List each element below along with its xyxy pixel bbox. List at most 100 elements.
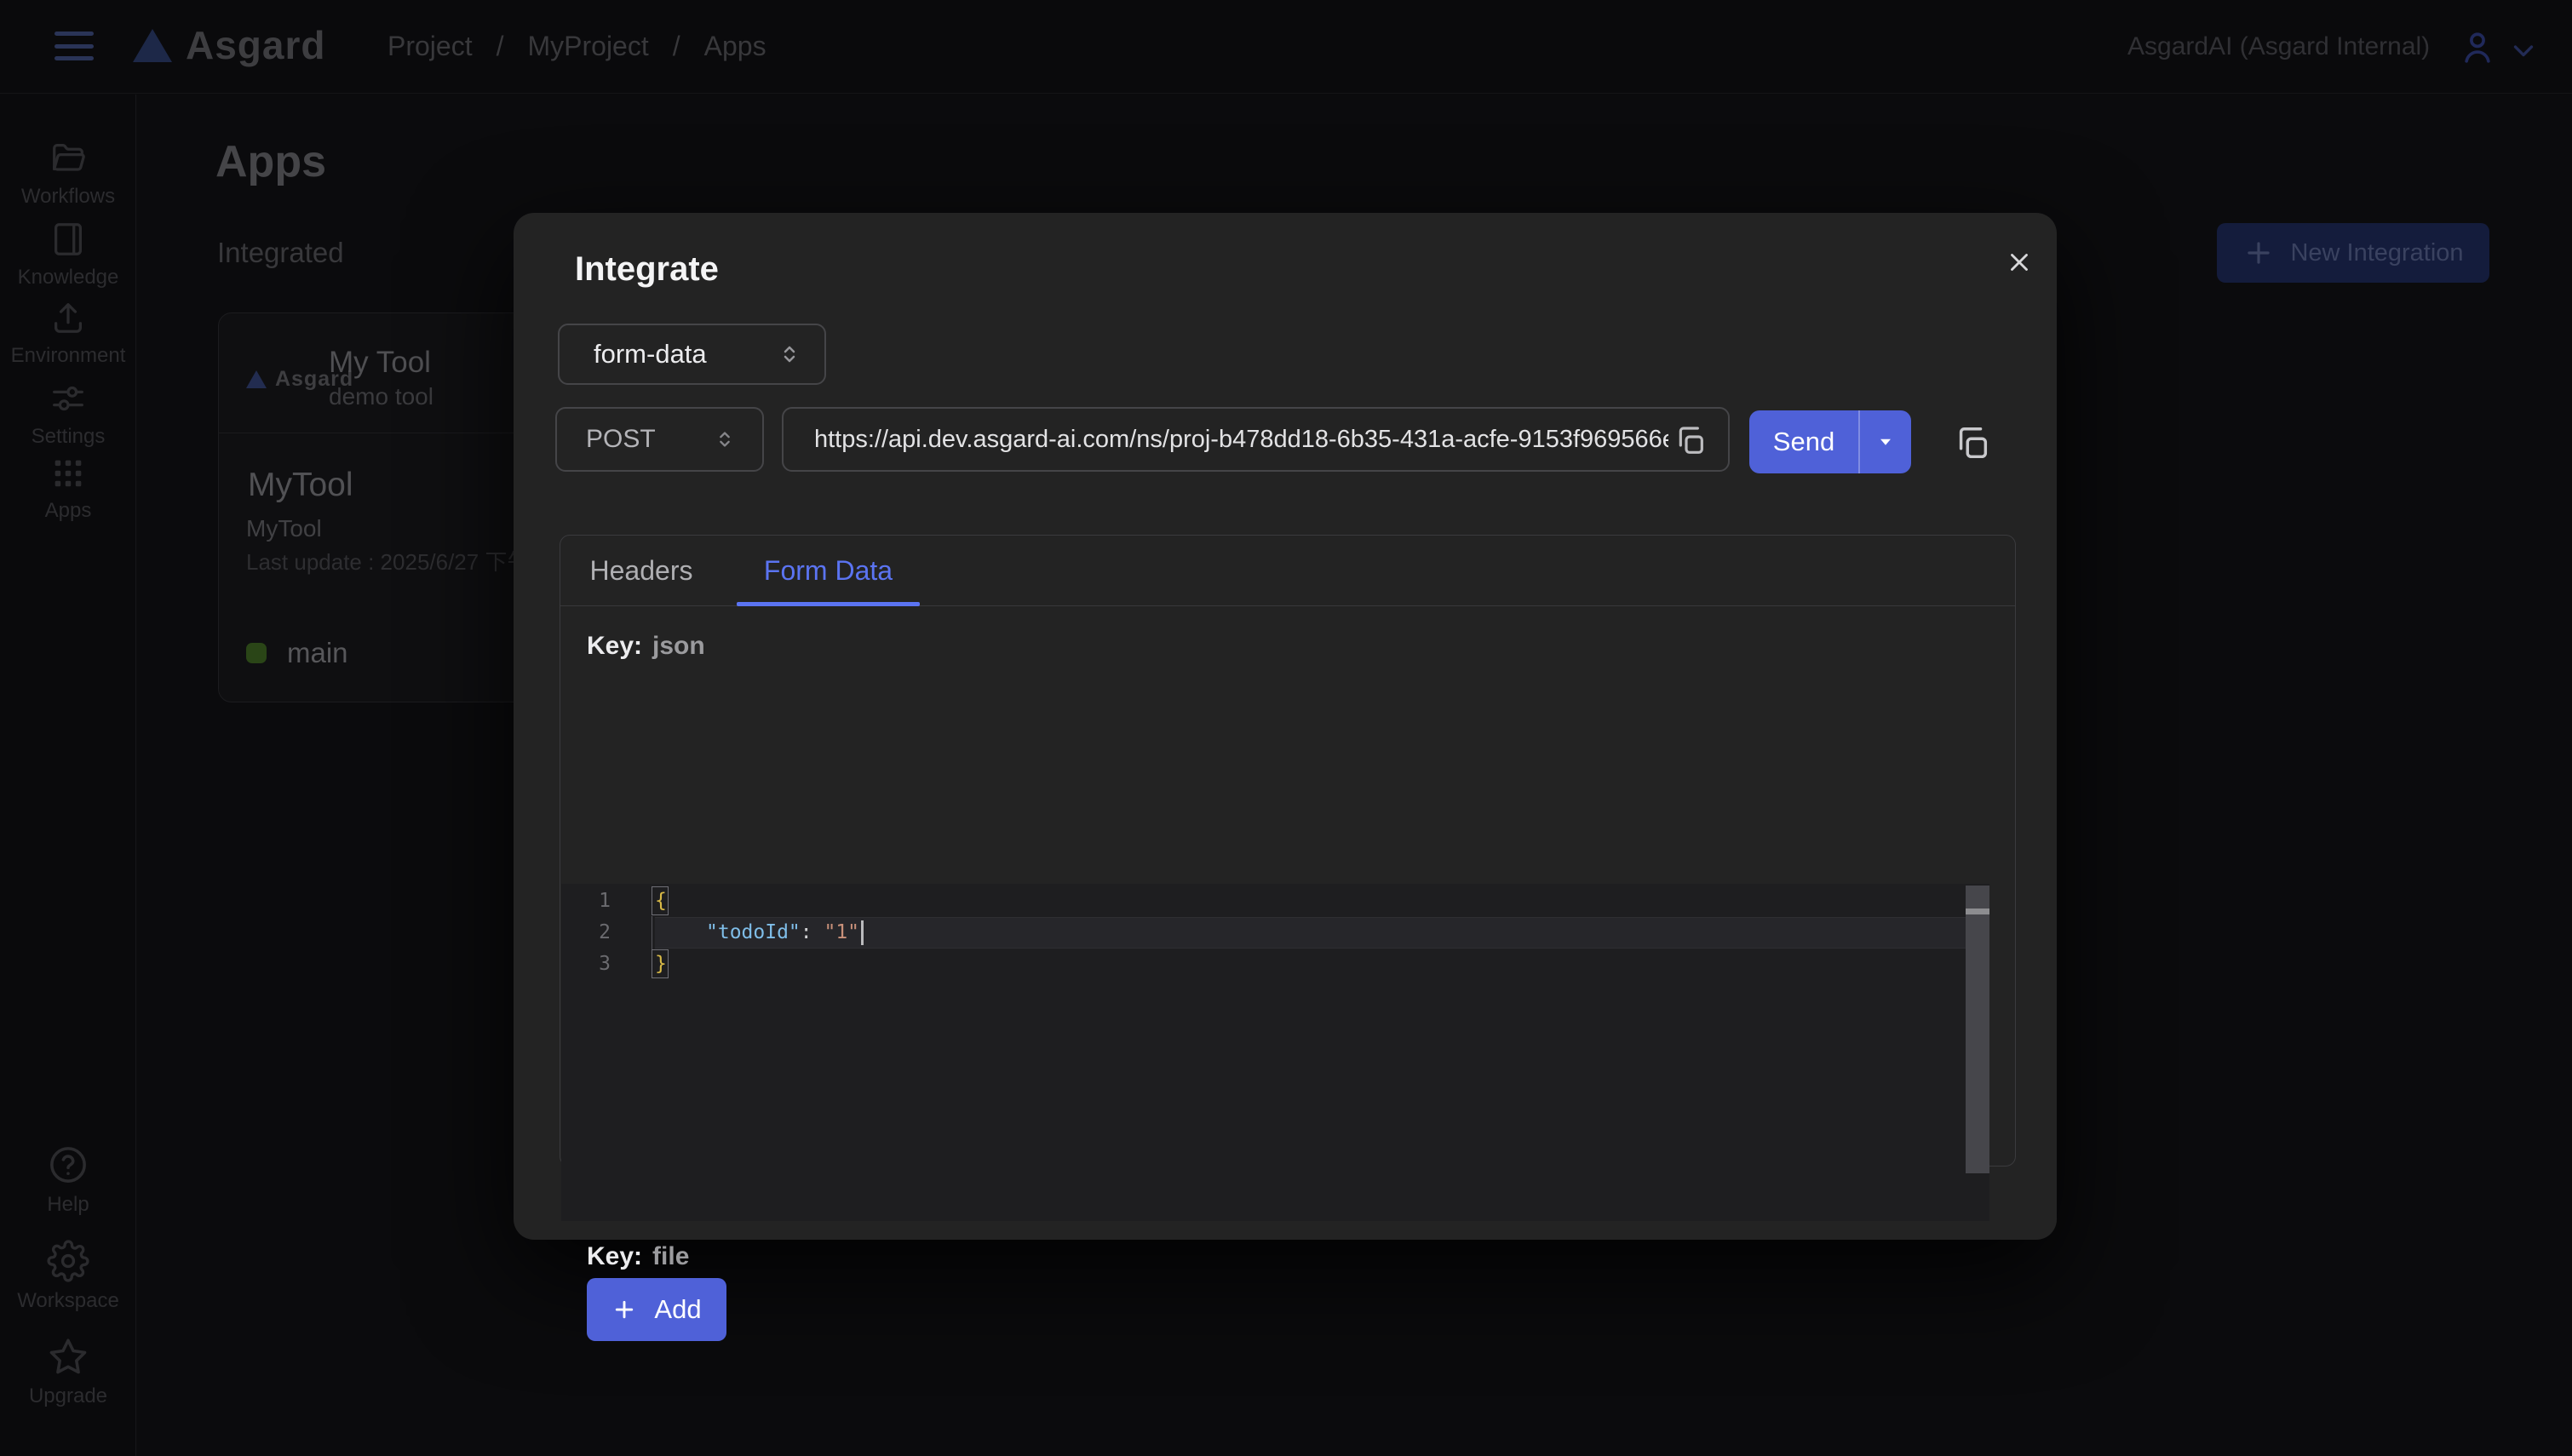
integrate-modal: Integrate form-data POST Send Hea	[514, 213, 2057, 1240]
branch-status-dot	[246, 643, 267, 663]
breadcrumb-separator: /	[673, 31, 680, 62]
json-code-editor[interactable]: 1 { 2 "todoId": "1" 3 }	[561, 884, 1989, 1221]
page-title: Apps	[215, 136, 326, 187]
new-integration-label: New Integration	[2290, 239, 2463, 267]
breadcrumb: Project / MyProject / Apps	[388, 31, 766, 62]
copy-request-button[interactable]	[1953, 424, 1995, 463]
new-integration-button[interactable]: New Integration	[2217, 223, 2489, 283]
tool-name: My Tool	[329, 346, 431, 380]
tab-form-data-label: Form Data	[764, 555, 893, 587]
grid-icon	[49, 453, 88, 492]
request-body-panel: Headers Form Data Key: json 1 {	[560, 535, 2016, 1167]
last-update: Last update : 2025/6/27 下午4	[246, 545, 539, 576]
caret-down-icon	[1874, 431, 1897, 453]
active-tab-underline	[737, 602, 920, 606]
key-label: Key:	[587, 1242, 642, 1270]
send-button[interactable]: Send	[1749, 410, 1911, 473]
method-select[interactable]: POST	[555, 407, 764, 472]
open-brace-token: {	[655, 890, 667, 912]
breadcrumb-project[interactable]: Project	[388, 31, 473, 62]
add-file-button[interactable]: Add	[587, 1278, 726, 1341]
copy-url-icon[interactable]	[1674, 424, 1711, 458]
sidebar-item-settings[interactable]: Settings	[0, 379, 136, 449]
sidebar-item-environment[interactable]: Environment	[0, 298, 136, 368]
line-number: 3	[561, 949, 655, 980]
send-label: Send	[1749, 410, 1858, 473]
app-name: MyTool	[248, 467, 353, 504]
top-bar: Asgard Project / MyProject / Apps Asgard…	[0, 0, 2572, 94]
json-value-token: "1"	[824, 921, 859, 943]
sidebar-item-knowledge[interactable]: Knowledge	[0, 220, 136, 289]
plus-icon	[2242, 237, 2275, 269]
star-icon	[47, 1335, 89, 1378]
url-input[interactable]	[782, 407, 1730, 472]
sidebar-item-label: Knowledge	[18, 266, 119, 289]
add-button-label: Add	[654, 1294, 701, 1325]
tab-headers[interactable]: Headers	[569, 536, 714, 605]
close-icon	[2005, 248, 2034, 277]
key-label: Key:	[587, 632, 642, 660]
tab-form-data[interactable]: Form Data	[737, 536, 920, 605]
copy-icon	[1953, 424, 1992, 463]
select-caret-icon	[713, 427, 737, 451]
tool-description: demo tool	[329, 383, 433, 410]
help-icon	[47, 1144, 89, 1186]
modal-title: Integrate	[575, 250, 719, 289]
colon-token: :	[801, 921, 824, 943]
sidebar-item-label: Help	[47, 1193, 89, 1217]
upload-icon	[49, 298, 88, 337]
sidebar: Workflows Knowledge Environment Settings…	[0, 95, 136, 1456]
chevron-down-icon[interactable]	[2507, 34, 2540, 66]
sidebar-item-label: Upgrade	[29, 1384, 107, 1408]
body-type-value: form-data	[594, 339, 707, 370]
book-icon	[49, 220, 88, 259]
sidebar-item-label: Apps	[45, 499, 92, 523]
breadcrumb-apps[interactable]: Apps	[704, 31, 766, 62]
tab-bar: Headers Form Data	[560, 536, 2015, 606]
folder-icon	[49, 139, 88, 178]
close-brace-token: }	[655, 953, 667, 975]
code-line: 2 "todoId": "1"	[561, 917, 1989, 949]
sidebar-item-label: Workflows	[21, 185, 115, 209]
scrollbar-thumb[interactable]	[1966, 886, 1989, 1173]
app-root: Asgard Project / MyProject / Apps Asgard…	[0, 0, 2572, 1456]
user-icon[interactable]	[2458, 27, 2497, 66]
key-name-file: file	[652, 1242, 689, 1270]
line-number: 1	[561, 886, 655, 917]
file-key-row: Key: file	[587, 1242, 689, 1271]
breadcrumb-myproject[interactable]: MyProject	[527, 31, 648, 62]
asgard-logo	[133, 29, 172, 62]
gear-icon	[47, 1240, 89, 1282]
sidebar-item-upgrade[interactable]: Upgrade	[0, 1335, 136, 1408]
editor-scrollbar[interactable]	[1966, 884, 1989, 1221]
key-name-json: json	[652, 632, 705, 660]
brand-name: Asgard	[186, 22, 325, 68]
sidebar-item-label: Settings	[32, 425, 106, 449]
json-key-token: "todoId"	[706, 921, 801, 943]
line-number: 2	[561, 917, 655, 949]
breadcrumb-separator: /	[497, 31, 504, 62]
json-key-row: Key: json	[587, 632, 705, 661]
asgard-triangle-icon	[246, 370, 267, 388]
code-line: 1 {	[561, 886, 1989, 917]
tab-integrated[interactable]: Integrated	[217, 237, 344, 269]
sliders-icon	[49, 379, 88, 418]
sidebar-item-workflows[interactable]: Workflows	[0, 139, 136, 209]
scrollbar-cursor-marker	[1966, 909, 1989, 914]
sidebar-item-label: Workspace	[17, 1289, 119, 1313]
sidebar-item-help[interactable]: Help	[0, 1144, 136, 1217]
body-type-select[interactable]: form-data	[558, 324, 826, 385]
send-options-caret[interactable]	[1858, 410, 1911, 473]
account-label: AsgardAI (Asgard Internal)	[2127, 32, 2430, 61]
plus-icon	[611, 1297, 637, 1322]
code-line: 3 }	[561, 949, 1989, 980]
sidebar-item-label: Environment	[11, 344, 126, 368]
copy-icon	[1674, 424, 1708, 458]
branch-name: main	[287, 637, 348, 669]
menu-icon[interactable]	[55, 32, 94, 60]
sidebar-item-apps[interactable]: Apps	[0, 453, 136, 523]
select-caret-icon	[777, 341, 802, 367]
method-value: POST	[586, 425, 656, 454]
sidebar-item-workspace[interactable]: Workspace	[0, 1240, 136, 1313]
close-button[interactable]	[1997, 240, 2041, 284]
